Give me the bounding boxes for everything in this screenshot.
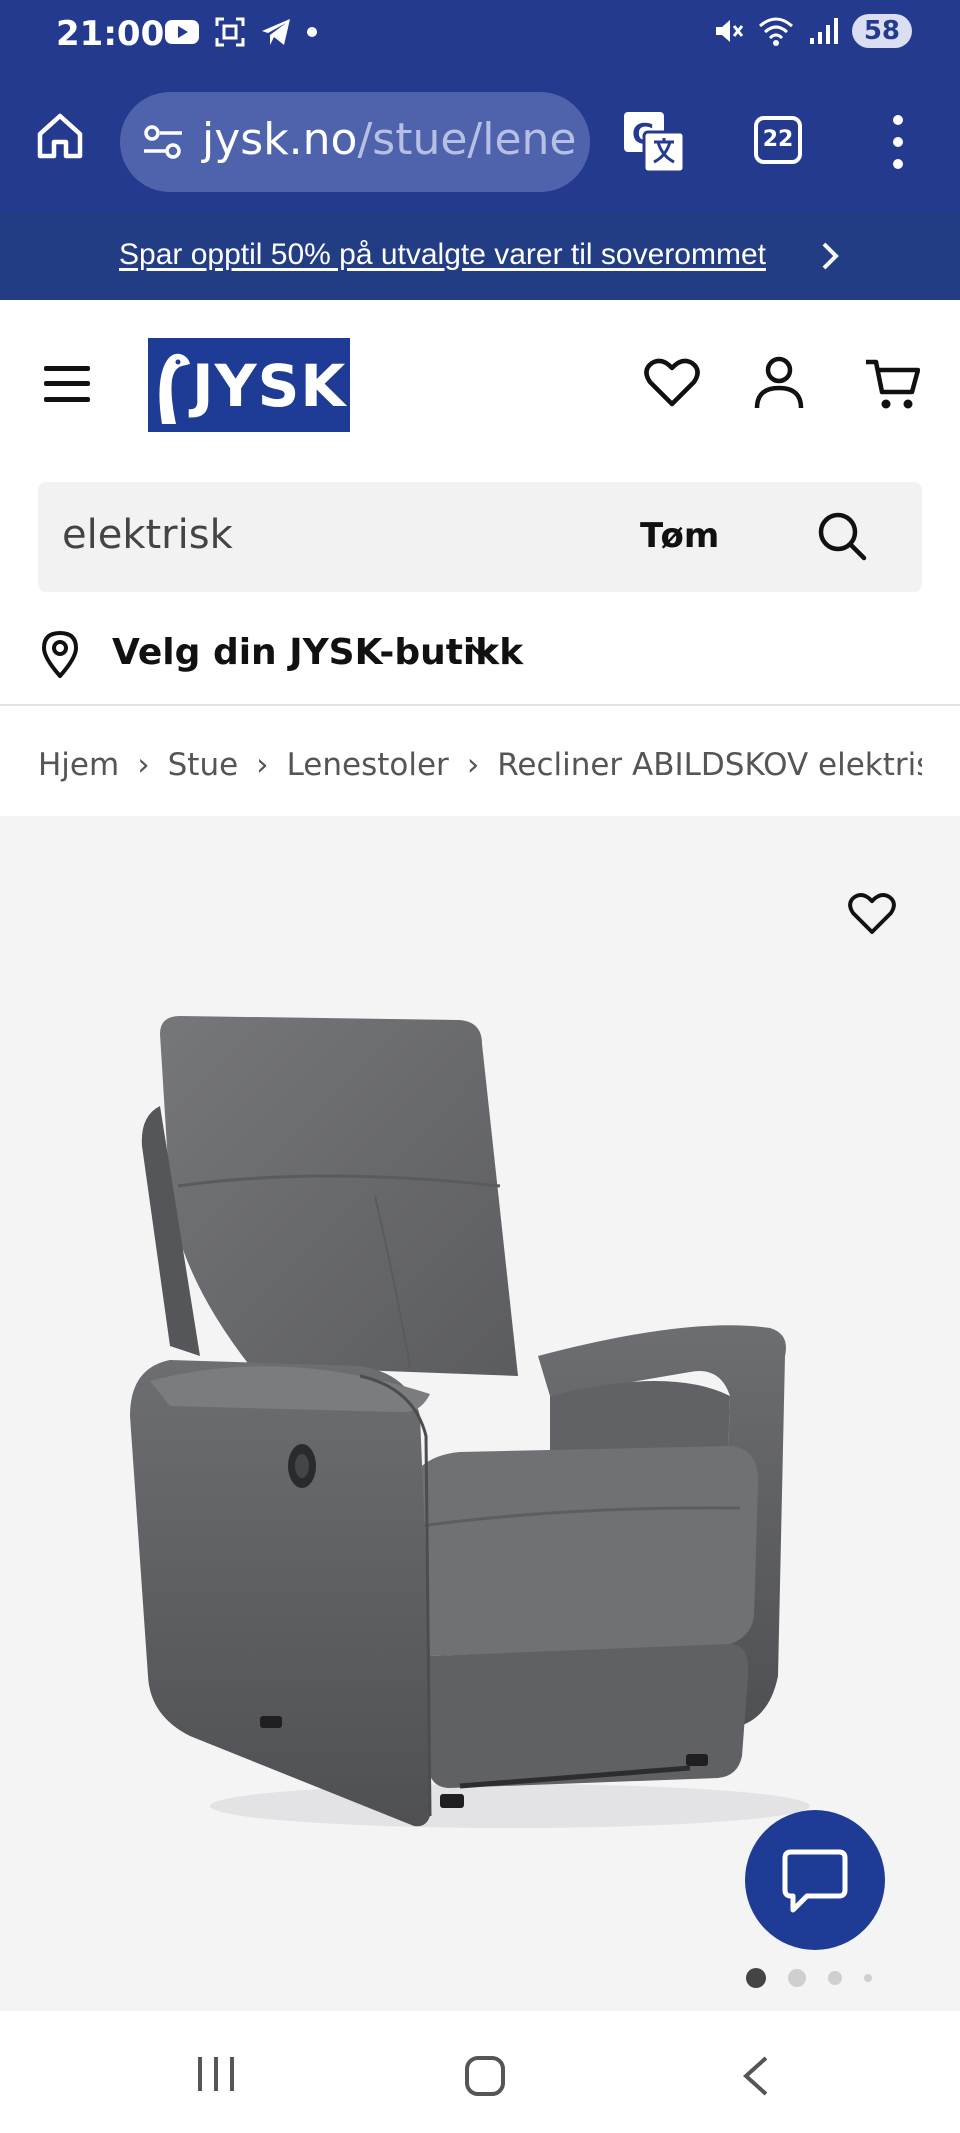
- site-settings-icon[interactable]: [142, 122, 184, 162]
- user-icon[interactable]: [754, 356, 804, 410]
- address-bar[interactable]: jysk.no/stue/lene: [120, 92, 590, 192]
- more-vert-icon[interactable]: [888, 112, 908, 172]
- menu-icon[interactable]: [44, 364, 90, 404]
- logo-text: JYSK: [192, 352, 347, 420]
- url-text[interactable]: jysk.no/stue/lene: [202, 114, 577, 165]
- telegram-icon: [262, 19, 290, 45]
- breadcrumb-lenestoler[interactable]: Lenestoler: [287, 747, 449, 783]
- gallery-dot[interactable]: [864, 1974, 872, 1982]
- back-icon[interactable]: [740, 2055, 770, 2097]
- wifi-icon: [758, 17, 793, 46]
- site-header: JYSK: [0, 300, 960, 470]
- gallery-dot[interactable]: [788, 1969, 806, 1987]
- store-picker[interactable]: Velg din JYSK-butikk: [40, 622, 540, 688]
- chevron-right-icon: ›: [256, 747, 269, 783]
- status-time: 21:00: [56, 14, 165, 54]
- android-nav-bar: [0, 2011, 960, 2133]
- nav-home-icon[interactable]: [464, 2055, 506, 2097]
- url-path: /stue/lene: [357, 114, 577, 165]
- home-icon[interactable]: [34, 110, 86, 162]
- chat-icon: [782, 1849, 848, 1913]
- location-pin-icon: [41, 630, 79, 678]
- chevron-right-icon: ›: [137, 747, 150, 783]
- jysk-logo[interactable]: JYSK: [148, 338, 350, 432]
- youtube-icon: [165, 20, 199, 44]
- gallery-dot[interactable]: [828, 1971, 842, 1985]
- mute-icon: [715, 20, 743, 42]
- search-icon[interactable]: [816, 510, 868, 562]
- breadcrumb-current: Recliner ABILDSKOV elektrisk grå: [497, 747, 922, 783]
- system-icons: 58: [712, 14, 912, 48]
- battery-indicator: 58: [851, 14, 912, 48]
- cart-icon[interactable]: [864, 356, 920, 412]
- signal-icon: [809, 18, 838, 44]
- notification-icons: [164, 16, 318, 48]
- tabs-button[interactable]: 22: [754, 116, 802, 164]
- chevron-right-icon: ›: [466, 747, 480, 783]
- search-box[interactable]: elektrisk Tøm: [38, 482, 922, 592]
- promo-link[interactable]: Spar opptil 50% på utvalgte varer til so…: [0, 238, 885, 272]
- clear-search-button[interactable]: Tøm: [640, 516, 719, 556]
- product-gallery[interactable]: [0, 816, 960, 2011]
- divider: [0, 704, 960, 706]
- promo-banner[interactable]: Spar opptil 50% på utvalgte varer til so…: [0, 212, 960, 300]
- store-label[interactable]: Velg din JYSK-butikk: [112, 632, 523, 673]
- chevron-down-icon[interactable]: [468, 642, 496, 660]
- gallery-dot-active[interactable]: [746, 1968, 766, 1988]
- breadcrumb-stue[interactable]: Stue: [168, 747, 239, 783]
- chevron-right-icon[interactable]: [820, 240, 842, 272]
- browser-toolbar: jysk.no/stue/lene G 22: [0, 90, 960, 192]
- gallery-pagination: [746, 1968, 872, 1988]
- bird-logo-icon: [159, 353, 190, 424]
- status-bar: 21:00 58: [0, 0, 960, 70]
- search-input[interactable]: elektrisk: [62, 512, 233, 558]
- screenshot-icon: [215, 17, 245, 47]
- breadcrumb-home[interactable]: Hjem: [38, 747, 119, 783]
- product-image-recliner[interactable]: [130, 1016, 830, 1836]
- chat-button[interactable]: [745, 1810, 885, 1950]
- heart-icon[interactable]: [644, 358, 700, 408]
- dot-icon: [307, 27, 317, 37]
- translate-icon[interactable]: G: [622, 110, 686, 174]
- browser-chrome: 21:00 58 jysk.no/stue/lene G 22: [0, 0, 960, 212]
- heart-icon[interactable]: [848, 892, 896, 936]
- url-host: jysk.no: [202, 114, 358, 165]
- recents-icon[interactable]: [196, 2055, 236, 2093]
- breadcrumb: Hjem › Stue › Lenestoler › Recliner ABIL…: [38, 740, 922, 790]
